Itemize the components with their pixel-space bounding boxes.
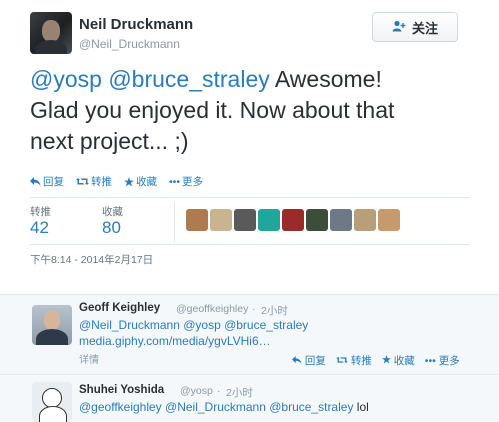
- reply-mentions[interactable]: @Neil_Druckmann @yosp @bruce_straley: [79, 318, 308, 332]
- author-handle[interactable]: @Neil_Druckmann: [79, 37, 180, 51]
- favorite-label: 收藏: [136, 176, 157, 188]
- reply-favorite-action[interactable]: 收藏: [381, 353, 415, 368]
- reply-details-link[interactable]: 详情: [79, 351, 99, 366]
- reply-time-separator: ·: [252, 303, 256, 315]
- reply2-time[interactable]: 2小时: [226, 385, 253, 400]
- reply-avatar-geoff[interactable]: [32, 305, 72, 345]
- reply-icon: [30, 177, 41, 186]
- reply-icon: [292, 356, 302, 364]
- reply-favorite-label: 收藏: [393, 355, 415, 367]
- reply2-author-handle[interactable]: @yosp: [180, 385, 213, 397]
- reply-author-name[interactable]: Geoff Keighley: [79, 302, 160, 314]
- avatar-suit: [36, 329, 68, 345]
- avatar-shoulders: [35, 40, 67, 54]
- user-avatar-thumb[interactable]: [210, 209, 232, 231]
- user-avatar-thumb[interactable]: [330, 209, 352, 231]
- reply-author-handle[interactable]: @geoffkeighley: [176, 303, 248, 315]
- favoriters-avatars: [186, 209, 400, 231]
- reply-avatar-shuhei[interactable]: [32, 382, 72, 422]
- retweets-count[interactable]: 42: [30, 218, 49, 238]
- tweet-timestamp[interactable]: 下午8:14 - 2014年2月17日: [30, 252, 153, 267]
- more-label: 更多: [182, 176, 204, 188]
- avatar-face: [44, 310, 60, 330]
- reply-reply-label: 回复: [304, 355, 326, 367]
- reply-retweet-action[interactable]: 转推: [336, 353, 372, 368]
- stats-divider: [174, 202, 175, 242]
- reply-retweet-label: 转推: [350, 355, 372, 367]
- reply-actions: 回复 转推 收藏 ••• 更多: [292, 353, 460, 368]
- author-avatar[interactable]: [30, 12, 72, 54]
- user-avatar-thumb[interactable]: [378, 209, 400, 231]
- mention-bruce-straley[interactable]: @bruce_straley: [108, 66, 269, 92]
- reply2-time-separator: ·: [217, 385, 221, 397]
- favorite-action[interactable]: 收藏: [124, 174, 157, 189]
- user-avatar-thumb[interactable]: [186, 209, 208, 231]
- mention-yosp[interactable]: @yosp: [30, 66, 102, 92]
- star-icon: [124, 176, 134, 186]
- retweet-label: 转推: [91, 176, 112, 188]
- tweet-line-2: Glad you enjoyed it. Now about that: [30, 97, 395, 123]
- more-action[interactable]: ••• 更多: [169, 174, 203, 189]
- retweet-icon: [336, 356, 348, 364]
- user-avatar-thumb[interactable]: [258, 209, 280, 231]
- more-dots-icon: •••: [424, 355, 436, 367]
- retweets-label: 转推: [30, 206, 51, 218]
- reply-reply-action[interactable]: 回复: [292, 353, 326, 368]
- reply-action[interactable]: 回复: [30, 174, 64, 189]
- reply-more-label: 更多: [438, 355, 460, 367]
- reply-separator: [0, 374, 499, 375]
- add-user-icon: [392, 20, 406, 35]
- divider-bottom: [30, 244, 470, 245]
- tweet-line-1-rest: Awesome!: [274, 66, 382, 92]
- divider-top: [30, 197, 470, 198]
- favorites-count[interactable]: 80: [102, 218, 121, 238]
- more-dots-icon: •••: [169, 175, 181, 188]
- star-icon: [381, 355, 391, 364]
- reply2-rest: lol: [356, 400, 369, 414]
- user-avatar-thumb[interactable]: [234, 209, 256, 231]
- reply-label: 回复: [43, 176, 64, 188]
- reply-time[interactable]: 2小时: [261, 303, 288, 318]
- retweet-icon: [76, 178, 89, 185]
- avatar-head: [42, 388, 62, 408]
- follow-label: 关注: [411, 20, 438, 36]
- tweet-actions: 回复 转推 收藏 ••• 更多: [30, 174, 203, 189]
- user-avatar-thumb[interactable]: [354, 209, 376, 231]
- author-name[interactable]: Neil Druckmann: [79, 16, 193, 33]
- user-avatar-thumb[interactable]: [282, 209, 304, 231]
- tweet-text: @yosp @bruce_straley Awesome! Glad you e…: [30, 64, 480, 157]
- reply2-author-name[interactable]: Shuhei Yoshida: [79, 384, 164, 396]
- reply-more-action[interactable]: ••• 更多: [425, 353, 460, 368]
- tweet-line-1: @yosp @bruce_straley Awesome!: [30, 64, 480, 95]
- favorites-label: 收藏: [102, 206, 123, 218]
- follow-button[interactable]: 关注: [372, 12, 458, 42]
- retweet-action[interactable]: 转推: [76, 174, 112, 189]
- user-avatar-thumb[interactable]: [306, 209, 328, 231]
- avatar-face: [42, 20, 60, 42]
- reply2-mentions[interactable]: @geoffkeighley @Neil_Druckmann @bruce_st…: [79, 400, 353, 414]
- tweet-line-3: next project... ;): [30, 128, 189, 154]
- reply-link[interactable]: media.giphy.com/media/ygvLVHi6…: [79, 334, 271, 348]
- reply2-text: @geoffkeighley @Neil_Druckmann @bruce_st…: [79, 400, 369, 414]
